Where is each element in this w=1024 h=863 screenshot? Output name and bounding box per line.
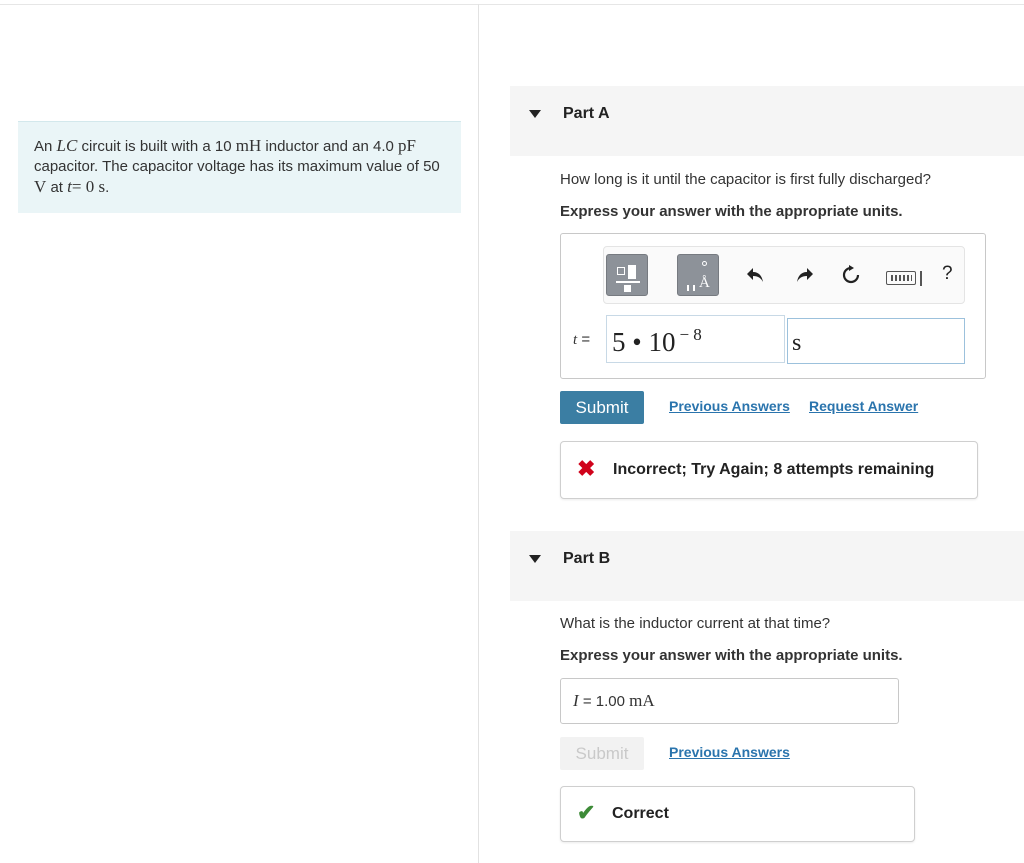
value-input[interactable]: 5 • 10− 8 — [606, 315, 785, 363]
math-pf: pF — [398, 136, 416, 155]
feedback-text: Incorrect; Try Again; 8 attempts remaini… — [613, 461, 935, 478]
submit-button[interactable]: Submit — [560, 391, 644, 424]
feedback-correct: ✔ Correct — [560, 786, 915, 842]
collapse-triangle-icon[interactable] — [529, 110, 541, 118]
part-b-answer-display: I = 1.00 mA — [560, 678, 899, 724]
math-mh: mH — [235, 136, 262, 155]
part-b-title: Part B — [563, 550, 611, 567]
value-exponent: − 8 — [679, 325, 702, 344]
undo-icon[interactable] — [744, 264, 766, 291]
problem-text: An — [34, 138, 53, 155]
part-b-answer: I = 1.00 mA — [573, 691, 655, 710]
previous-answers-link[interactable]: Previous Answers — [669, 398, 790, 414]
math-v: V — [34, 177, 47, 196]
part-a-question: How long is it until the capacitor is fi… — [560, 171, 932, 188]
problem-text: circuit is built with a 10 — [81, 138, 232, 155]
reset-icon[interactable] — [840, 264, 862, 291]
templates-icon[interactable] — [606, 254, 648, 296]
collapse-triangle-icon[interactable] — [529, 555, 541, 563]
incorrect-x-icon: ✖ — [577, 456, 596, 481]
part-a-header[interactable]: Part A — [510, 86, 1024, 156]
keyboard-toggle-bar — [920, 271, 922, 286]
previous-answers-link[interactable]: Previous Answers — [669, 744, 790, 760]
part-b-question: What is the inductor current at that tim… — [560, 615, 831, 632]
redo-icon[interactable] — [794, 264, 816, 291]
math-eq: = 0 s — [71, 177, 106, 196]
problem-text: at — [50, 179, 63, 196]
unit-text: s — [792, 330, 802, 356]
help-button[interactable]: ? — [942, 263, 953, 285]
value-text: 5 • 10− 8 — [612, 325, 702, 357]
problem-text: capacitor. The capacitor voltage has its… — [34, 158, 440, 175]
part-a-title: Part A — [563, 105, 610, 122]
request-answer-link[interactable]: Request Answer — [809, 398, 918, 414]
unit-input[interactable]: s — [787, 318, 965, 364]
units-glyph: Å — [699, 275, 710, 291]
check-icon: ✔ — [577, 800, 596, 825]
feedback-text: Correct — [612, 805, 669, 822]
problem-statement: An LC circuit is built with a 10 mH indu… — [18, 121, 461, 213]
column-divider — [478, 4, 479, 863]
math-lc: LC — [56, 136, 78, 155]
answer-variable-label: t = — [573, 331, 591, 348]
keyboard-icon[interactable] — [886, 271, 916, 285]
top-border — [0, 4, 1024, 5]
problem-text: . — [105, 179, 110, 196]
submit-button-disabled: Submit — [560, 737, 644, 770]
part-b-header[interactable]: Part B — [510, 531, 1024, 601]
feedback-incorrect: ✖ Incorrect; Try Again; 8 attempts remai… — [560, 441, 978, 499]
math-toolbar: Å ? — [603, 246, 965, 304]
part-b-instruction: Express your answer with the appropriate… — [560, 647, 903, 664]
problem-text: inductor and an 4.0 — [265, 138, 394, 155]
part-a-instruction: Express your answer with the appropriate… — [560, 203, 903, 220]
units-icon[interactable]: Å — [677, 254, 719, 296]
